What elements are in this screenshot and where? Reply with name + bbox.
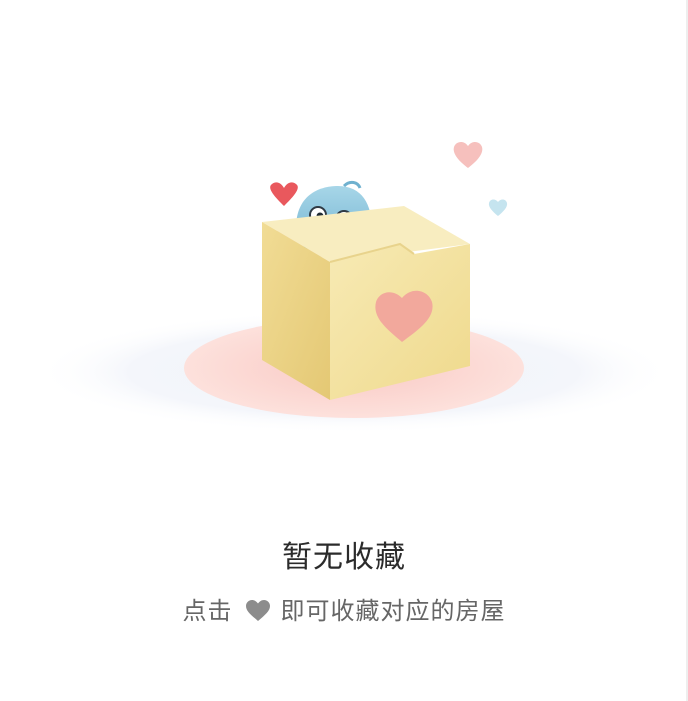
hint-suffix: 即可收藏对应的房屋 [280,597,506,625]
empty-favorites-illustration [0,120,688,480]
heart-icon [245,599,271,623]
empty-favorites-state: 暂无收藏 点击 即可收藏对应的房屋 [0,0,688,701]
empty-title: 暂无收藏 [282,540,406,575]
float-heart-blue [488,199,508,216]
hint-prefix: 点击 [182,597,233,625]
float-heart-pink [453,141,483,168]
empty-hint: 点击 即可收藏对应的房屋 [0,594,688,628]
